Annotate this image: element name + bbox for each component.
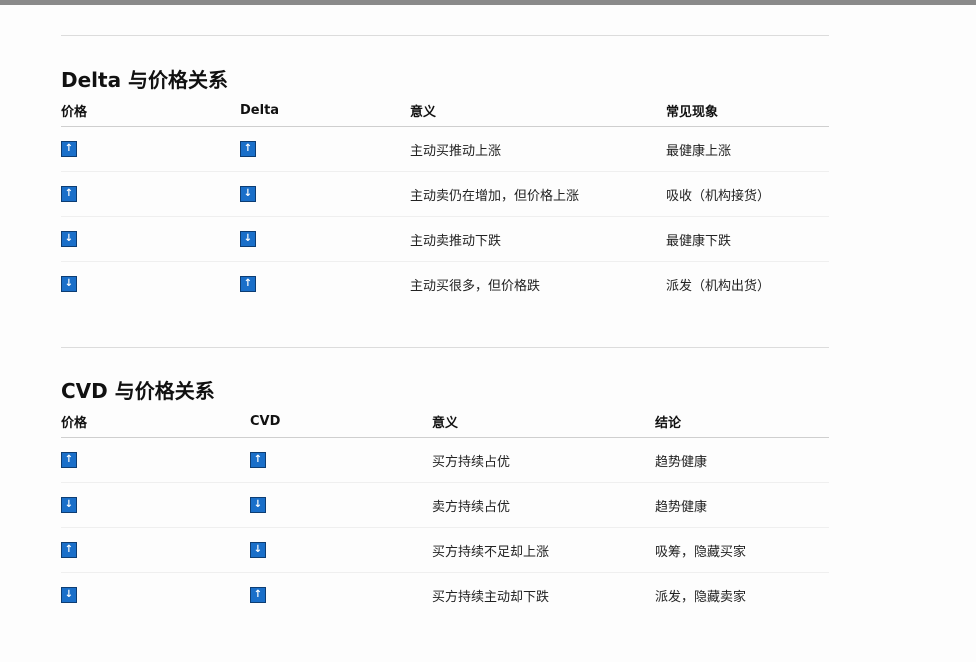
section-title-delta: Delta 与价格关系 bbox=[61, 68, 229, 92]
cell-price: ↓ bbox=[61, 573, 250, 618]
table-row: ↑ ↓ 主动卖仍在增加，但价格上涨 吸收（机构接货） bbox=[61, 171, 829, 217]
section-divider bbox=[61, 347, 829, 348]
section-divider bbox=[61, 35, 829, 36]
cvd-price-table: 价格 CVD 意义 结论 ↑ ↑ 买方持续占优 趋势健康 ↓ ↓ 卖方持续占优 … bbox=[61, 406, 829, 617]
down-arrow-icon: ↓ bbox=[61, 231, 77, 247]
header-delta: Delta bbox=[240, 95, 410, 127]
down-arrow-icon: ↓ bbox=[240, 231, 256, 247]
cell-phenomenon: 最健康上涨 bbox=[666, 126, 829, 172]
down-arrow-icon: ↓ bbox=[240, 186, 256, 202]
cell-phenomenon: 最健康下跌 bbox=[666, 216, 829, 262]
cell-price: ↓ bbox=[61, 482, 250, 528]
header-phenomenon: 常见现象 bbox=[666, 95, 829, 127]
section-title-cvd: CVD 与价格关系 bbox=[61, 379, 215, 403]
cell-meaning: 主动卖推动下跌 bbox=[410, 216, 666, 262]
down-arrow-icon: ↓ bbox=[250, 542, 266, 558]
cell-phenomenon: 吸收（机构接货） bbox=[666, 171, 829, 217]
cell-conclusion: 吸筹，隐藏买家 bbox=[655, 527, 829, 573]
cell-delta: ↓ bbox=[240, 171, 410, 217]
table-row: ↓ ↓ 卖方持续占优 趋势健康 bbox=[61, 482, 829, 528]
cell-delta: ↑ bbox=[240, 262, 410, 307]
document-content: Delta 与价格关系 价格 Delta 意义 常见现象 ↑ ↑ 主动买推动上涨… bbox=[61, 35, 829, 617]
header-price: 价格 bbox=[61, 95, 240, 127]
up-arrow-icon: ↑ bbox=[250, 452, 266, 468]
down-arrow-icon: ↓ bbox=[61, 276, 77, 292]
cell-delta: ↓ bbox=[240, 216, 410, 262]
header-price: 价格 bbox=[61, 406, 250, 438]
up-arrow-icon: ↑ bbox=[61, 141, 77, 157]
down-arrow-icon: ↓ bbox=[61, 587, 77, 603]
cell-meaning: 买方持续主动却下跌 bbox=[432, 589, 550, 605]
cell-meaning: 卖方持续占优 bbox=[432, 482, 655, 528]
cell-price: ↑ bbox=[61, 527, 250, 573]
cell-price: ↓ bbox=[61, 262, 240, 307]
cell-meaning: 主动卖仍在增加，但价格上涨 bbox=[410, 171, 666, 217]
cell-conclusion: 趋势健康 bbox=[655, 437, 829, 483]
cell-meaning: 主动买推动上涨 bbox=[410, 126, 666, 172]
header-conclusion: 结论 bbox=[655, 406, 829, 438]
header-meaning: 意义 bbox=[410, 95, 666, 127]
table-row: ↑ ↑ 买方持续占优 趋势健康 bbox=[61, 437, 829, 483]
cell-cvd: ↑ bbox=[250, 437, 432, 483]
header-cvd: CVD bbox=[250, 406, 432, 438]
cell-price: ↓ bbox=[61, 216, 240, 262]
up-arrow-icon: ↑ bbox=[61, 186, 77, 202]
top-bar bbox=[0, 0, 976, 5]
down-arrow-icon: ↓ bbox=[61, 497, 77, 513]
cell-price: ↑ bbox=[61, 437, 250, 483]
table-row: ↓ ↓ 主动卖推动下跌 最健康下跌 bbox=[61, 216, 829, 262]
cell-price: ↑ bbox=[61, 126, 240, 172]
cell-cvd: ↓ bbox=[250, 527, 432, 573]
cell-price: ↑ bbox=[61, 171, 240, 217]
table-row: ↑ ↑ 主动买推动上涨 最健康上涨 bbox=[61, 126, 829, 172]
delta-price-table: 价格 Delta 意义 常见现象 ↑ ↑ 主动买推动上涨 最健康上涨 ↑ ↓ 主… bbox=[61, 95, 829, 306]
cell-phenomenon: 派发（机构出货） bbox=[666, 278, 771, 294]
table-row: ↑ ↓ 买方持续不足却上涨 吸筹，隐藏买家 bbox=[61, 527, 829, 573]
up-arrow-icon: ↑ bbox=[61, 452, 77, 468]
cell-conclusion: 趋势健康 bbox=[655, 482, 829, 528]
table-row: ↓ ↑ 买方持续主动却下跌 派发，隐藏卖家 bbox=[61, 573, 829, 618]
table-header-row: 价格 CVD 意义 结论 bbox=[61, 406, 829, 438]
cell-meaning: 买方持续占优 bbox=[432, 437, 655, 483]
table-header-row: 价格 Delta 意义 常见现象 bbox=[61, 95, 829, 127]
up-arrow-icon: ↑ bbox=[250, 587, 266, 603]
down-arrow-icon: ↓ bbox=[250, 497, 266, 513]
cell-conclusion: 派发，隐藏卖家 bbox=[655, 589, 747, 605]
cell-cvd: ↑ bbox=[250, 573, 432, 618]
up-arrow-icon: ↑ bbox=[240, 276, 256, 292]
table-row: ↓ ↑ 主动买很多，但价格跌 派发（机构出货） bbox=[61, 262, 829, 307]
header-meaning: 意义 bbox=[432, 406, 655, 438]
cell-meaning: 买方持续不足却上涨 bbox=[432, 527, 655, 573]
cell-delta: ↑ bbox=[240, 126, 410, 172]
up-arrow-icon: ↑ bbox=[61, 542, 77, 558]
up-arrow-icon: ↑ bbox=[240, 141, 256, 157]
cell-meaning: 主动买很多，但价格跌 bbox=[410, 278, 541, 294]
cell-cvd: ↓ bbox=[250, 482, 432, 528]
